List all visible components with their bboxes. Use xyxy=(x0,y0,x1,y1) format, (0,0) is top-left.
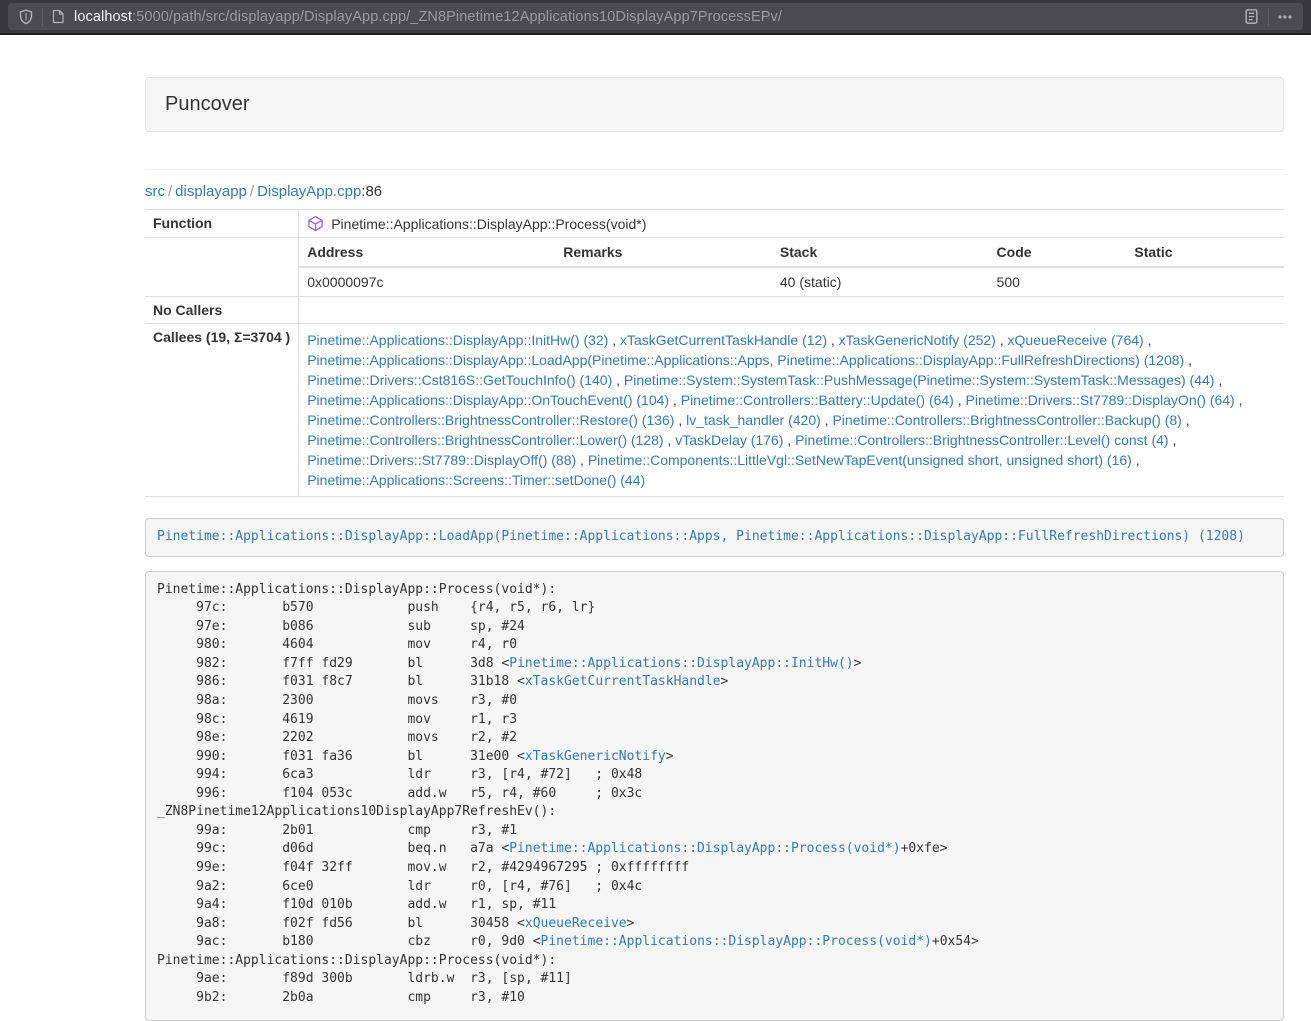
breadcrumb-separator: / xyxy=(247,183,257,200)
tracking-protection-shield-icon[interactable] xyxy=(18,9,34,25)
callee-link[interactable]: xTaskGetCurrentTaskHandle (12) xyxy=(620,332,827,348)
callee-separator: , xyxy=(996,332,1008,348)
callee-link[interactable]: Pinetime::Applications::Screens::Timer::… xyxy=(307,472,645,488)
callee-separator: , xyxy=(1184,352,1192,368)
code-symbol-link[interactable]: Pinetime::Applications::DisplayApp::Proc… xyxy=(509,841,900,856)
page-actions-ellipsis-icon[interactable] xyxy=(1277,9,1293,25)
callee-separator: , xyxy=(576,452,588,468)
no-callers-row: No Callers xyxy=(145,297,1284,324)
callee-link[interactable]: xQueueReceive (764) xyxy=(1008,332,1144,348)
callee-separator: , xyxy=(783,432,795,448)
code-symbol-link[interactable]: xTaskGenericNotify xyxy=(525,749,666,764)
table-row: 0x0000097c 40 (static) 500 xyxy=(299,267,1284,296)
url-path: :5000/path/src/displayapp/DisplayApp.cpp… xyxy=(132,9,782,25)
callee-separator: , xyxy=(669,392,681,408)
callee-separator: , xyxy=(821,412,833,428)
callee-link[interactable]: Pinetime::Drivers::St7789::DisplayOff() … xyxy=(307,452,576,468)
callee-link[interactable]: Pinetime::Applications::DisplayApp::Load… xyxy=(307,352,1184,368)
callee-separator: , xyxy=(1182,412,1190,428)
page-container: Puncover src/displayapp/DisplayApp.cpp:8… xyxy=(145,77,1284,1021)
callee-link[interactable]: Pinetime::Drivers::Cst816S::GetTouchInfo… xyxy=(307,372,612,388)
col-code: Code xyxy=(989,238,1127,267)
callee-separator: , xyxy=(1235,392,1243,408)
code-symbol-link[interactable]: xQueueReceive xyxy=(525,916,627,931)
signature-box: Pinetime::Applications::DisplayApp::Load… xyxy=(145,518,1284,557)
callee-separator: , xyxy=(674,412,686,428)
code-value: 500 xyxy=(989,267,1127,296)
urlbar-divider xyxy=(42,8,43,26)
callee-separator: , xyxy=(612,372,624,388)
callee-separator: , xyxy=(1132,452,1140,468)
callees-label: Callees (19, Σ=3704 ) xyxy=(145,324,299,497)
callee-link[interactable]: Pinetime::Applications::DisplayApp::OnTo… xyxy=(307,392,669,408)
signature-link[interactable]: Pinetime::Applications::DisplayApp::Load… xyxy=(157,529,1245,544)
callees-row: Callees (19, Σ=3704 ) Pinetime::Applicat… xyxy=(145,324,1284,497)
function-cube-icon xyxy=(307,215,324,232)
callee-separator: , xyxy=(1144,332,1152,348)
function-label: Function xyxy=(145,210,299,238)
url-input[interactable]: localhost:5000/path/src/displayapp/Displ… xyxy=(74,9,1243,25)
callee-link[interactable]: xTaskGenericNotify (252) xyxy=(839,332,996,348)
metrics-table: Address Remarks Stack Code Static 0x0000… xyxy=(299,238,1284,296)
callee-separator: , xyxy=(608,332,620,348)
callee-separator: , xyxy=(1214,372,1222,388)
remarks-value xyxy=(555,267,772,296)
page-icon xyxy=(51,9,65,24)
url-bar[interactable]: localhost:5000/path/src/displayapp/Displ… xyxy=(8,3,1303,30)
static-value xyxy=(1126,267,1284,296)
reader-view-icon[interactable] xyxy=(1243,8,1260,25)
browser-chrome: localhost:5000/path/src/displayapp/Displ… xyxy=(0,0,1311,35)
breadcrumb: src/displayapp/DisplayApp.cpp:86 xyxy=(145,183,1284,200)
function-row: Function Pinetime::Applications::Display… xyxy=(145,210,1284,238)
breadcrumb-separator: / xyxy=(165,183,175,200)
divider xyxy=(145,169,1284,170)
function-name: Pinetime::Applications::DisplayApp::Proc… xyxy=(331,216,646,232)
callee-link[interactable]: Pinetime::Controllers::Battery::Update()… xyxy=(681,392,954,408)
app-header-panel: Puncover xyxy=(145,77,1284,132)
code-symbol-link[interactable]: xTaskGetCurrentTaskHandle xyxy=(525,674,721,689)
disassembly-pre: Pinetime::Applications::DisplayApp::Proc… xyxy=(145,571,1284,1021)
breadcrumb-link-file[interactable]: DisplayApp.cpp xyxy=(257,183,361,200)
no-callers-label: No Callers xyxy=(145,297,299,324)
callees-list: Pinetime::Applications::DisplayApp::Init… xyxy=(299,324,1284,497)
callee-separator: , xyxy=(954,392,966,408)
callee-separator: , xyxy=(664,432,676,448)
metrics-row: Address Remarks Stack Code Static 0x0000… xyxy=(145,238,1284,297)
callee-link[interactable]: Pinetime::Drivers::St7789::DisplayOn() (… xyxy=(966,392,1235,408)
col-static: Static xyxy=(1126,238,1284,267)
breadcrumb-link-src[interactable]: src xyxy=(145,183,165,200)
breadcrumb-line-number: :86 xyxy=(361,183,382,200)
callee-link[interactable]: Pinetime::Controllers::BrightnessControl… xyxy=(307,412,674,428)
url-host: localhost xyxy=(74,9,132,25)
code-symbol-link[interactable]: Pinetime::Applications::DisplayApp::Proc… xyxy=(541,934,932,949)
stack-value: 40 (static) xyxy=(772,267,989,296)
code-symbol-link[interactable]: Pinetime::Applications::DisplayApp::Init… xyxy=(509,656,853,671)
callee-link[interactable]: Pinetime::System::SystemTask::PushMessag… xyxy=(624,372,1215,388)
breadcrumb-link-displayapp[interactable]: displayapp xyxy=(175,183,247,200)
callee-link[interactable]: Pinetime::Controllers::BrightnessControl… xyxy=(832,412,1181,428)
metrics-row-label xyxy=(145,238,299,297)
callee-link[interactable]: Pinetime::Controllers::BrightnessControl… xyxy=(795,432,1168,448)
callee-separator: , xyxy=(1169,432,1177,448)
callee-link[interactable]: Pinetime::Applications::DisplayApp::Init… xyxy=(307,332,608,348)
col-stack: Stack xyxy=(772,238,989,267)
callee-link[interactable]: Pinetime::Controllers::BrightnessControl… xyxy=(307,432,663,448)
address-value: 0x0000097c xyxy=(299,267,555,296)
col-remarks: Remarks xyxy=(555,238,772,267)
function-detail-table: Function Pinetime::Applications::Display… xyxy=(145,209,1284,497)
page-title: Puncover xyxy=(165,93,1264,116)
callee-link[interactable]: lv_task_handler (420) xyxy=(686,412,821,428)
callee-link[interactable]: Pinetime::Components::LittleVgl::SetNewT… xyxy=(588,452,1132,468)
callee-link[interactable]: vTaskDelay (176) xyxy=(675,432,783,448)
col-address: Address xyxy=(299,238,555,267)
callee-separator: , xyxy=(827,332,839,348)
urlbar-divider-2 xyxy=(1268,8,1269,26)
